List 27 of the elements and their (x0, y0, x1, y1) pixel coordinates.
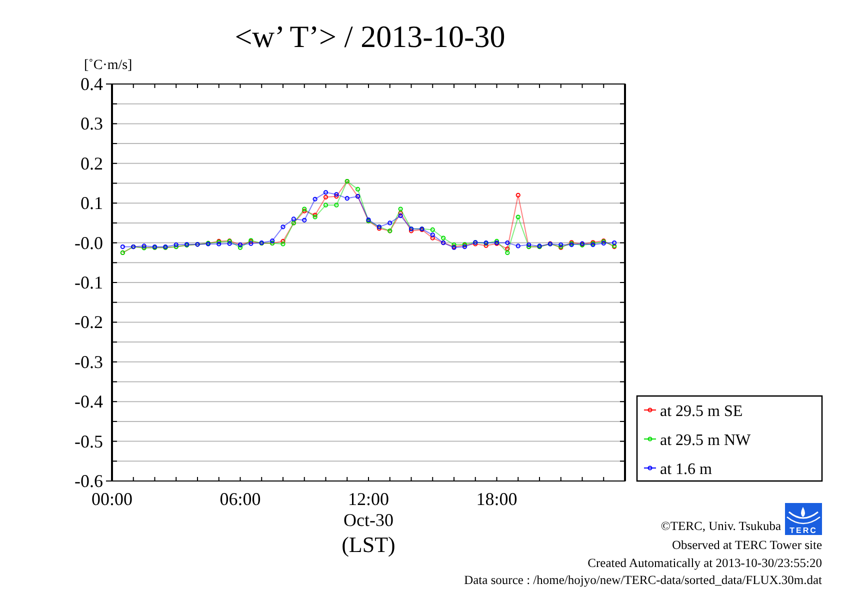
y-tick-label: -0.6 (74, 471, 103, 491)
y-axis-unit: [˚C·m/s] (84, 58, 132, 73)
footer-text: Data source : /home/hojyo/new/TERC-data/sorted_data/FLUX.30m.dat (464, 573, 822, 587)
x-tick-label: 12:00 (348, 489, 389, 509)
y-tick-label: -0.3 (74, 352, 103, 372)
date-label: Oct-30 (344, 510, 394, 530)
y-tick-label: 0.1 (80, 193, 103, 214)
y-tick-label: 0.4 (80, 74, 103, 94)
x-tick-label: 00:00 (92, 489, 132, 509)
y-tick-label: -0.2 (74, 312, 103, 332)
y-tick-label: 0.2 (80, 153, 103, 174)
y-tick-label: -0.0 (74, 232, 103, 253)
x-axis-label: (LST) (342, 532, 396, 557)
legend-label: at 29.5 m NW (660, 432, 751, 449)
footer-text: Observed at TERC Tower site (672, 538, 822, 552)
y-tick-label: -0.1 (74, 272, 103, 292)
chart-title: <w’ T’> / 2013-10-30 (234, 19, 506, 54)
y-tick-label: -0.5 (74, 431, 103, 452)
legend-label: at 1.6 m (660, 461, 712, 478)
x-tick-label: 06:00 (220, 489, 261, 509)
logo-text: TERC (790, 526, 818, 535)
y-tick-label: 0.3 (80, 114, 103, 134)
legend-label: at 29.5 m SE (660, 403, 743, 420)
x-tick-label: 18:00 (476, 489, 518, 509)
footer-text: ©TERC, Univ. Tsukuba (660, 519, 781, 533)
y-tick-label: -0.4 (74, 392, 103, 412)
footer-text: Created Automatically at 2013-10-30/23:55:20 (588, 556, 822, 570)
